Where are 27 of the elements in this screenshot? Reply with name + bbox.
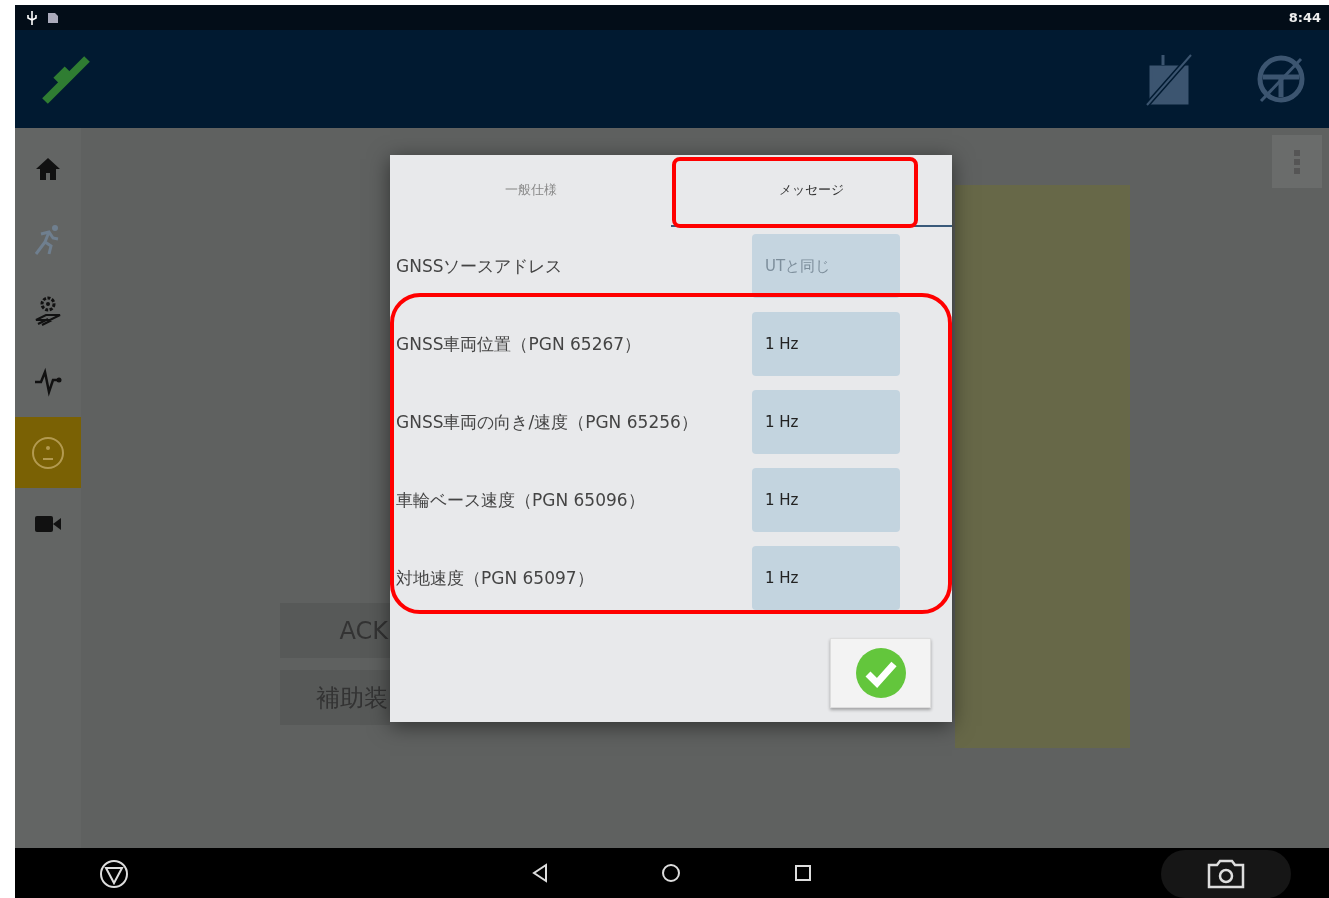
setting-label: 対地速度（PGN 65097）	[396, 566, 594, 590]
rate-dropdown[interactable]: 1 Hz	[752, 468, 900, 532]
rate-dropdown[interactable]: 1 Hz	[752, 390, 900, 454]
screenshot-button[interactable]	[1161, 850, 1291, 898]
setting-label: GNSS車両位置（PGN 65267）	[396, 332, 642, 356]
camera-icon	[1207, 859, 1245, 889]
home-icon	[35, 156, 61, 181]
field-gear-icon	[33, 294, 63, 327]
sidebar-item[interactable]	[15, 417, 81, 488]
rate-dropdown[interactable]: 1 Hz	[752, 312, 900, 376]
back-icon[interactable]	[531, 863, 549, 883]
rate-dropdown[interactable]: 1 Hz	[752, 546, 900, 610]
satellite-icon	[41, 53, 91, 105]
circle-badge-icon	[30, 434, 66, 471]
recent-apps-icon[interactable]	[794, 864, 812, 882]
setting-label: GNSSソースアドレス	[396, 254, 563, 278]
home-circle-icon[interactable]	[661, 863, 681, 883]
video-camera-icon	[34, 513, 62, 534]
pulse-icon	[33, 366, 63, 397]
clock-time: 8:44	[1288, 10, 1321, 25]
setting-label: GNSS車両の向き/速度（PGN 65256）	[396, 410, 698, 434]
ok-button[interactable]	[830, 638, 931, 708]
setting-label: 車輪ベース速度（PGN 65096）	[396, 488, 645, 512]
check-icon	[854, 647, 907, 699]
usb-icon	[27, 10, 37, 25]
tab[interactable]: メッセージ	[671, 155, 952, 227]
sim-card-icon	[47, 11, 59, 24]
